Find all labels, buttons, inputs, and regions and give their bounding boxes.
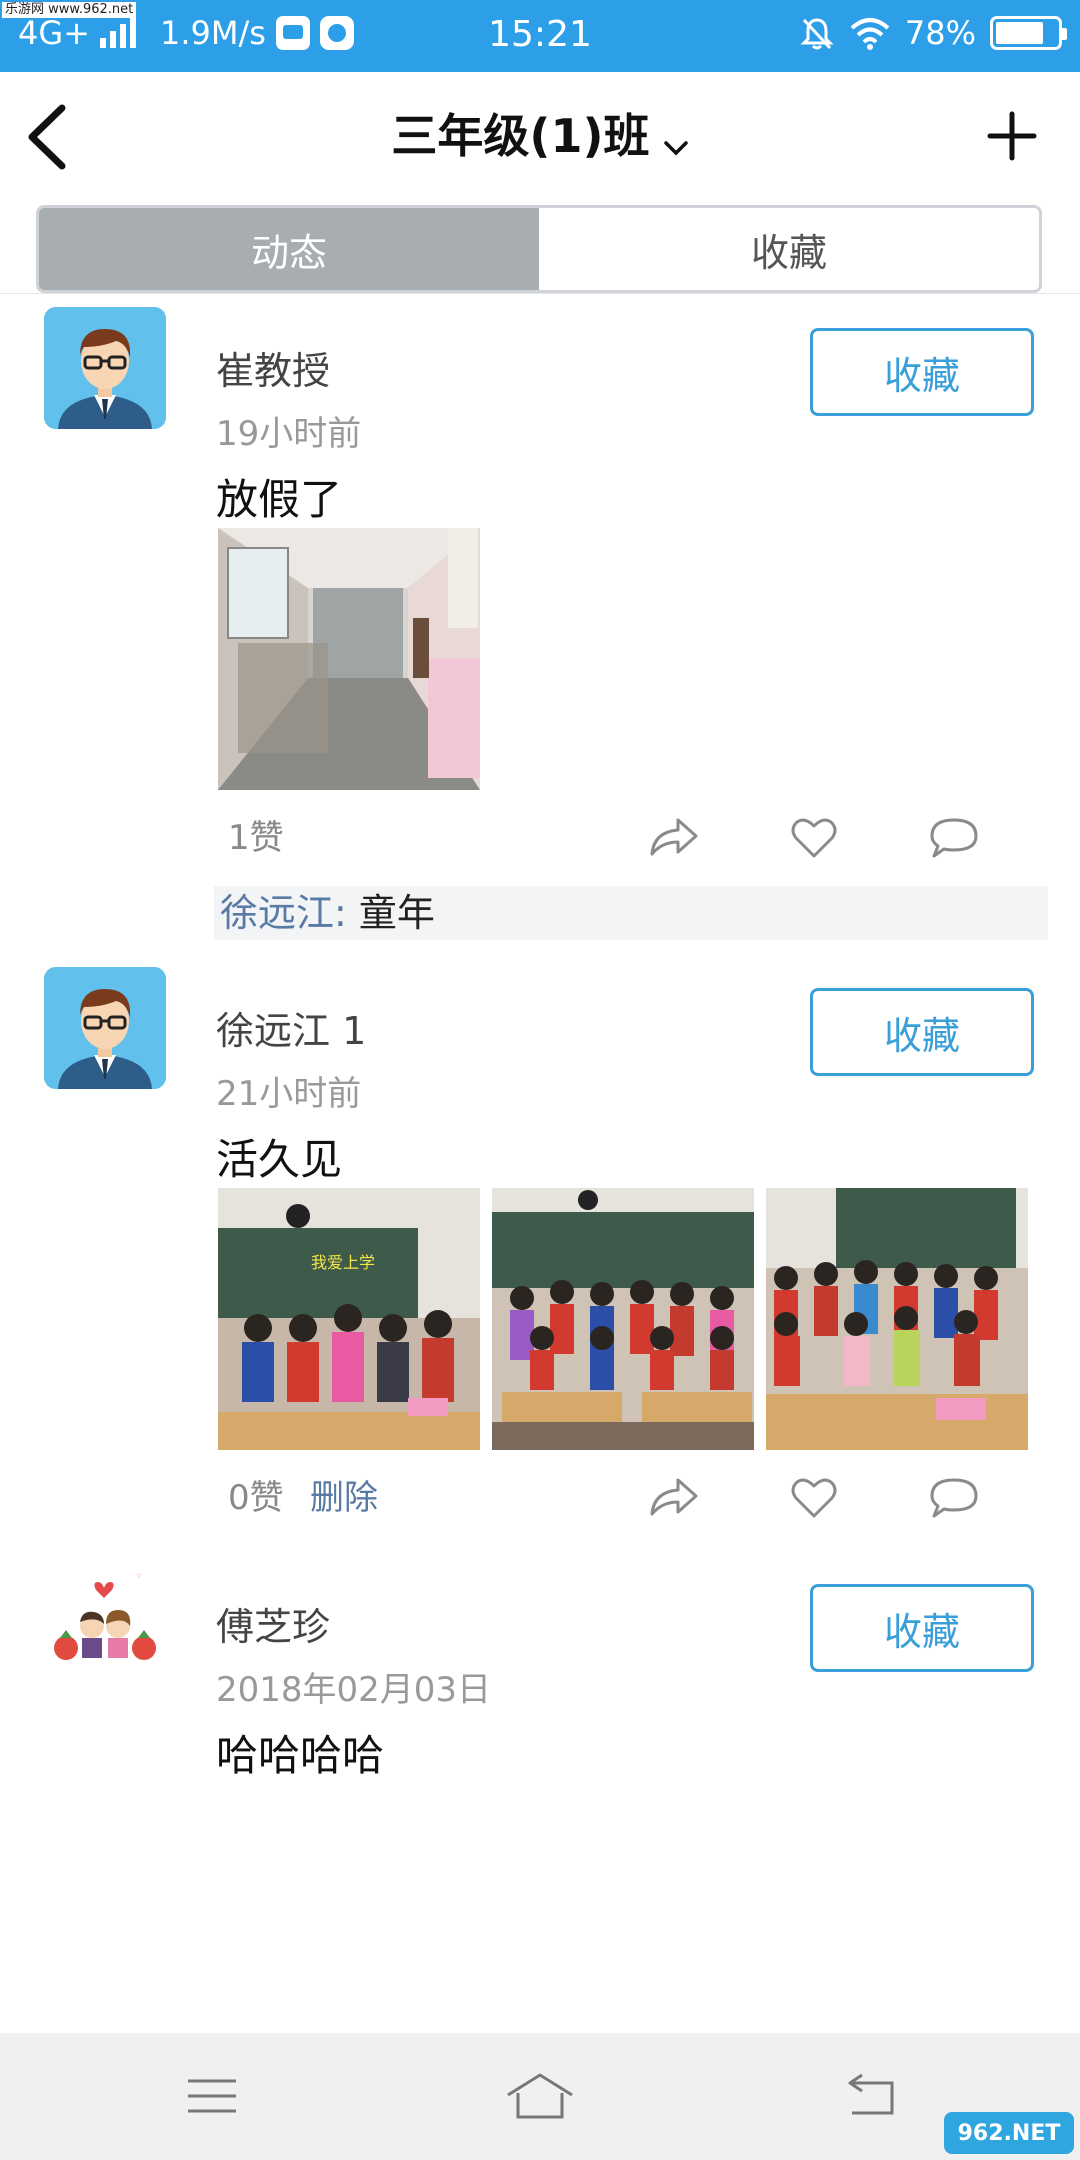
tab-favorites[interactable]: 收藏 — [539, 208, 1039, 290]
like-count: 1赞 — [228, 818, 284, 858]
teacher-avatar-image — [44, 307, 166, 429]
avatar[interactable] — [44, 307, 166, 429]
post-content: 哈哈哈哈 — [216, 1731, 385, 1780]
share-icon[interactable] — [648, 1474, 700, 1520]
post-time: 2018年02月03日 — [216, 1670, 492, 1710]
like-count: 0赞 — [228, 1478, 284, 1518]
chevron-down-icon — [663, 140, 688, 155]
share-icon[interactable] — [648, 814, 700, 860]
post-author[interactable]: 崔教授 — [216, 340, 330, 395]
delete-link[interactable]: 删除 — [310, 1470, 378, 1519]
comment-icon[interactable] — [928, 814, 980, 860]
watermark-logo: 962.NET — [944, 2112, 1074, 2154]
favorite-button[interactable]: 收藏 — [810, 1584, 1034, 1672]
post-author[interactable]: 傅芝珍 — [216, 1596, 330, 1651]
battery-percent: 78% — [904, 14, 976, 52]
comment-user[interactable]: 徐远江: — [220, 891, 347, 935]
screen: 乐游网 www.962.net 4G+ 1.9M/s 15:21 78% 三年级… — [0, 0, 1080, 2160]
home-icon[interactable] — [504, 2071, 576, 2121]
post-photo[interactable]: 我爱上学 — [218, 1188, 480, 1450]
classroom-photo: 我爱上学 — [218, 1188, 480, 1450]
post-photo[interactable] — [766, 1188, 1028, 1450]
banner-text: 我爱上学 — [311, 1253, 375, 1272]
favorite-button[interactable]: 收藏 — [810, 988, 1034, 1076]
post-photo[interactable] — [218, 528, 480, 790]
back-icon[interactable] — [840, 2071, 900, 2121]
heart-icon[interactable] — [788, 1474, 840, 1520]
classroom-photo — [766, 1188, 1028, 1450]
header: 三年级(1)班 — [0, 72, 1080, 197]
status-bar: 乐游网 www.962.net 4G+ 1.9M/s 15:21 78% — [0, 0, 1080, 72]
corridor-photo — [218, 528, 480, 790]
heart-icon[interactable] — [788, 814, 840, 860]
menu-icon[interactable] — [182, 2071, 242, 2121]
page-title: 三年级(1)班 — [391, 109, 650, 163]
wifi-icon — [850, 18, 890, 50]
svg-text:♡: ♡ — [136, 1573, 141, 1580]
post-photo[interactable] — [492, 1188, 754, 1450]
favorite-button[interactable]: 收藏 — [810, 328, 1034, 416]
avatar[interactable]: ♡ — [44, 1560, 166, 1682]
mute-icon — [800, 18, 834, 50]
teacher-avatar-image — [44, 967, 166, 1089]
post-content: 活久见 — [216, 1135, 343, 1184]
divider — [0, 293, 1080, 294]
post-author[interactable]: 徐远江 1 — [216, 1000, 366, 1055]
post-time: 19小时前 — [216, 414, 362, 454]
segment-control: 动态 收藏 — [36, 205, 1042, 293]
system-nav-bar: 962.NET — [0, 2033, 1080, 2160]
comment-text: 童年 — [346, 891, 435, 935]
comment-icon[interactable] — [928, 1474, 980, 1520]
comment-row[interactable]: 徐远江: 童年 — [214, 886, 1048, 940]
classroom-photo — [492, 1188, 754, 1450]
plus-icon[interactable] — [986, 110, 1038, 162]
tab-dynamic[interactable]: 动态 — [39, 208, 539, 290]
post-content: 放假了 — [216, 475, 343, 524]
post-time: 21小时前 — [216, 1074, 362, 1114]
class-selector[interactable]: 三年级(1)班 — [0, 100, 1080, 166]
status-right: 78% — [799, 14, 1067, 52]
cartoon-avatar-image: ♡ — [44, 1560, 166, 1682]
battery-icon — [990, 16, 1067, 50]
avatar[interactable] — [44, 967, 166, 1089]
